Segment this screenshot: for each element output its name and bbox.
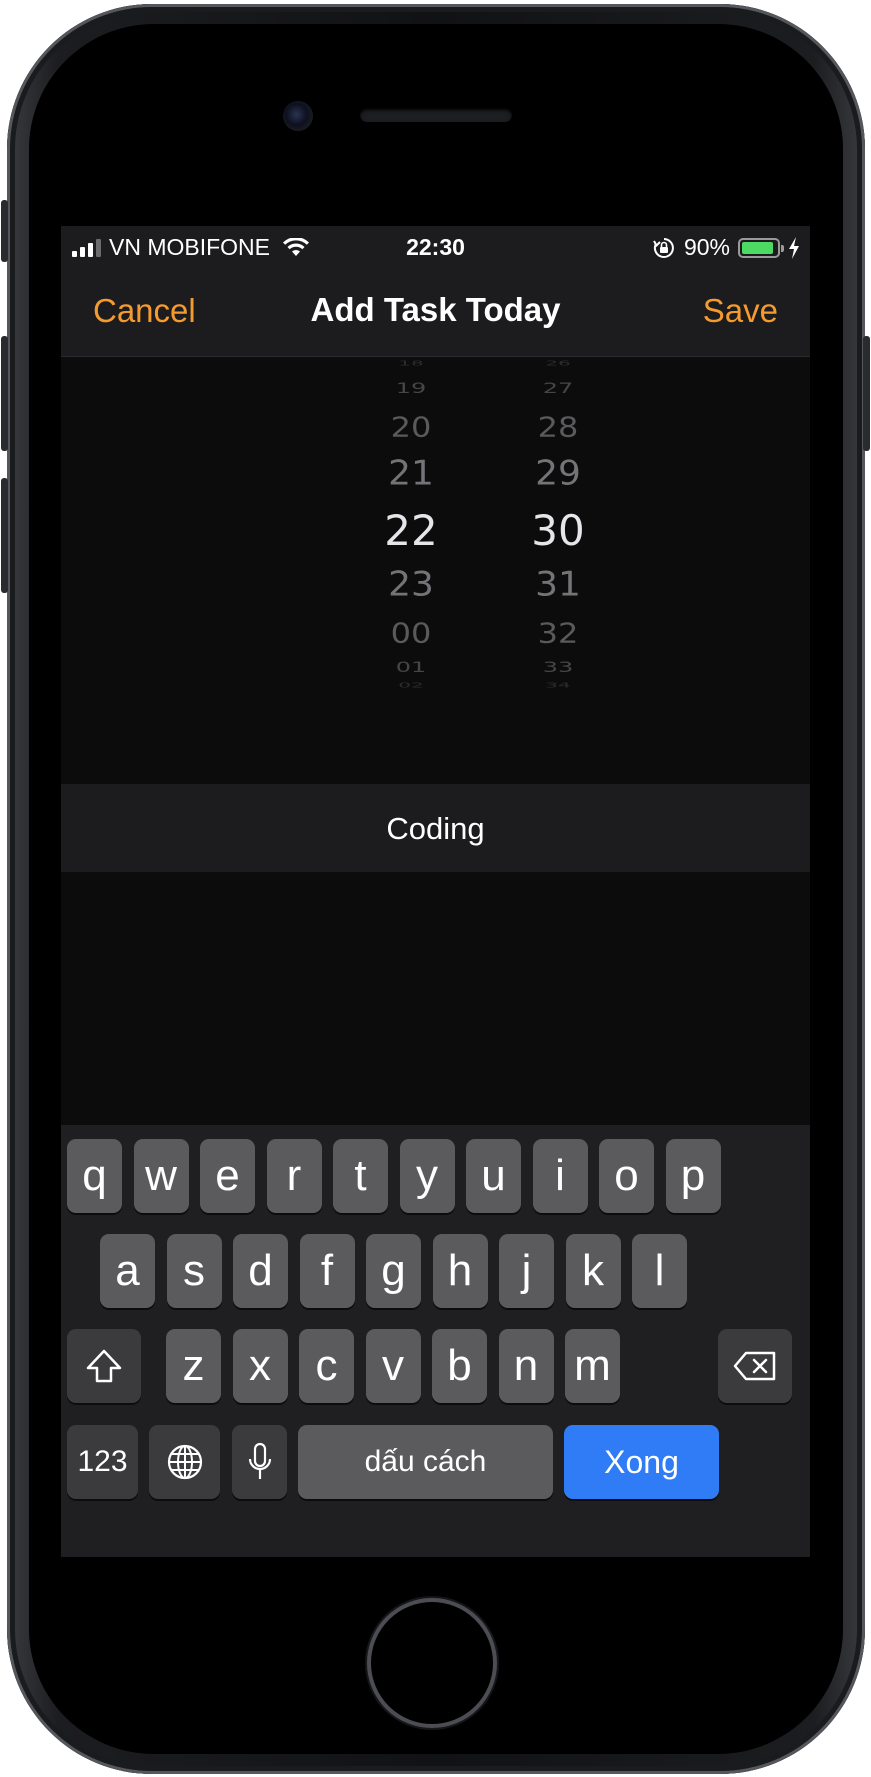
key-j[interactable]: j [499, 1234, 554, 1308]
key-n[interactable]: n [498, 1329, 554, 1403]
page-title: Add Task Today [310, 291, 561, 328]
key-z[interactable]: z [166, 1329, 221, 1403]
battery-percent: 90% [683, 234, 730, 260]
battery-level [742, 241, 773, 254]
globe-key[interactable] [149, 1425, 220, 1499]
key-l[interactable]: l [632, 1234, 687, 1308]
screen: VN MOBIFONE 22:30 90% Cancel Add Task To… [61, 226, 810, 1557]
keyboard: 123 dấu cách Xong qwertyuiop asdfghjkl zxc… [61, 1125, 810, 1557]
key-s[interactable]: s [166, 1234, 222, 1308]
volume-down-button [1, 478, 8, 593]
key-f[interactable]: f [299, 1234, 355, 1308]
numbers-key[interactable]: 123 [67, 1425, 138, 1499]
minute-option[interactable]: 33 [498, 658, 618, 675]
task-name-field[interactable]: Coding [61, 784, 810, 872]
microphone-icon [248, 1442, 271, 1479]
task-name-value: Coding [386, 811, 485, 846]
key-b[interactable]: b [432, 1329, 487, 1403]
save-button[interactable]: Save [703, 292, 778, 330]
minute-option[interactable]: 28 [498, 411, 618, 443]
key-v[interactable]: v [365, 1329, 421, 1403]
minute-wheel[interactable]: 26 27 28 29 30 31 32 33 34 [498, 357, 618, 757]
earpiece-speaker [360, 108, 512, 122]
key-i[interactable]: i [532, 1139, 588, 1213]
status-bar: VN MOBIFONE 22:30 90% [61, 226, 810, 268]
key-u[interactable]: u [466, 1139, 521, 1213]
battery-icon [738, 237, 784, 258]
front-camera [283, 101, 313, 131]
key-m[interactable]: m [565, 1329, 620, 1403]
minute-option[interactable]: 26 [498, 359, 618, 367]
hour-option[interactable]: 01 [351, 658, 471, 675]
shift-icon [86, 1349, 122, 1383]
charging-icon [789, 236, 799, 259]
minute-option[interactable]: 31 [498, 565, 618, 604]
hour-option[interactable]: 23 [351, 565, 471, 604]
key-w[interactable]: w [133, 1139, 189, 1213]
power-button [863, 336, 870, 451]
done-key[interactable]: Xong [564, 1425, 719, 1499]
minute-option[interactable]: 32 [498, 617, 618, 649]
status-right: 90% [652, 234, 800, 261]
hour-option[interactable]: 02 [351, 681, 471, 689]
battery-nub [781, 244, 784, 252]
hour-option[interactable]: 00 [351, 617, 471, 649]
hour-wheel[interactable]: 18 19 20 21 22 23 00 01 02 [351, 357, 471, 757]
globe-icon [167, 1444, 202, 1480]
key-g[interactable]: g [366, 1234, 421, 1308]
key-a[interactable]: a [100, 1234, 155, 1308]
key-k[interactable]: k [565, 1234, 621, 1308]
shift-key[interactable] [67, 1329, 141, 1403]
dictation-key[interactable] [232, 1425, 287, 1499]
delete-key[interactable] [718, 1329, 792, 1403]
hour-option[interactable]: 21 [351, 454, 471, 493]
key-c[interactable]: c [299, 1329, 354, 1403]
minute-option[interactable]: 27 [498, 379, 618, 396]
volume-up-button [1, 336, 8, 451]
hour-option[interactable]: 22 [351, 506, 471, 555]
key-q[interactable]: q [67, 1139, 122, 1213]
space-key[interactable]: dấu cách [298, 1425, 553, 1499]
navigation-bar: Cancel Add Task Today Save [61, 268, 810, 357]
time-picker: 18 19 20 21 22 23 00 01 02 26 27 28 29 30 31 32 33 34 [61, 357, 810, 757]
key-t[interactable]: t [333, 1139, 388, 1213]
key-h[interactable]: h [432, 1234, 488, 1308]
minute-option[interactable]: 30 [498, 506, 618, 555]
hour-option[interactable]: 19 [351, 379, 471, 396]
key-y[interactable]: y [399, 1139, 455, 1213]
hour-option[interactable]: 18 [351, 359, 471, 367]
orientation-lock-icon [653, 237, 674, 258]
key-r[interactable]: r [266, 1139, 322, 1213]
key-o[interactable]: o [599, 1139, 654, 1213]
hour-option[interactable]: 20 [351, 411, 471, 443]
key-e[interactable]: e [200, 1139, 255, 1213]
key-x[interactable]: x [232, 1329, 288, 1403]
mute-switch [1, 200, 8, 262]
key-d[interactable]: d [233, 1234, 288, 1308]
backspace-icon [733, 1351, 776, 1381]
minute-option[interactable]: 34 [498, 681, 618, 689]
minute-option[interactable]: 29 [498, 454, 618, 493]
home-button[interactable] [367, 1598, 497, 1728]
key-p[interactable]: p [665, 1139, 721, 1213]
